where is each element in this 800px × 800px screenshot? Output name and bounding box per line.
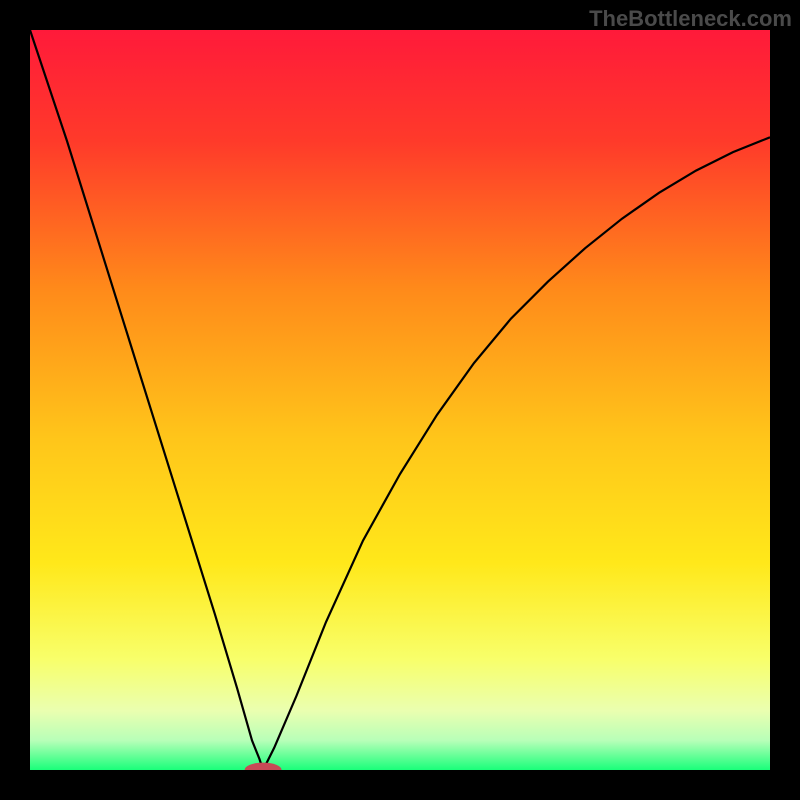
bottleneck-curve-plot (30, 30, 770, 770)
watermark-text: TheBottleneck.com (589, 6, 792, 32)
chart-container: TheBottleneck.com (0, 0, 800, 800)
plot-background (30, 30, 770, 770)
